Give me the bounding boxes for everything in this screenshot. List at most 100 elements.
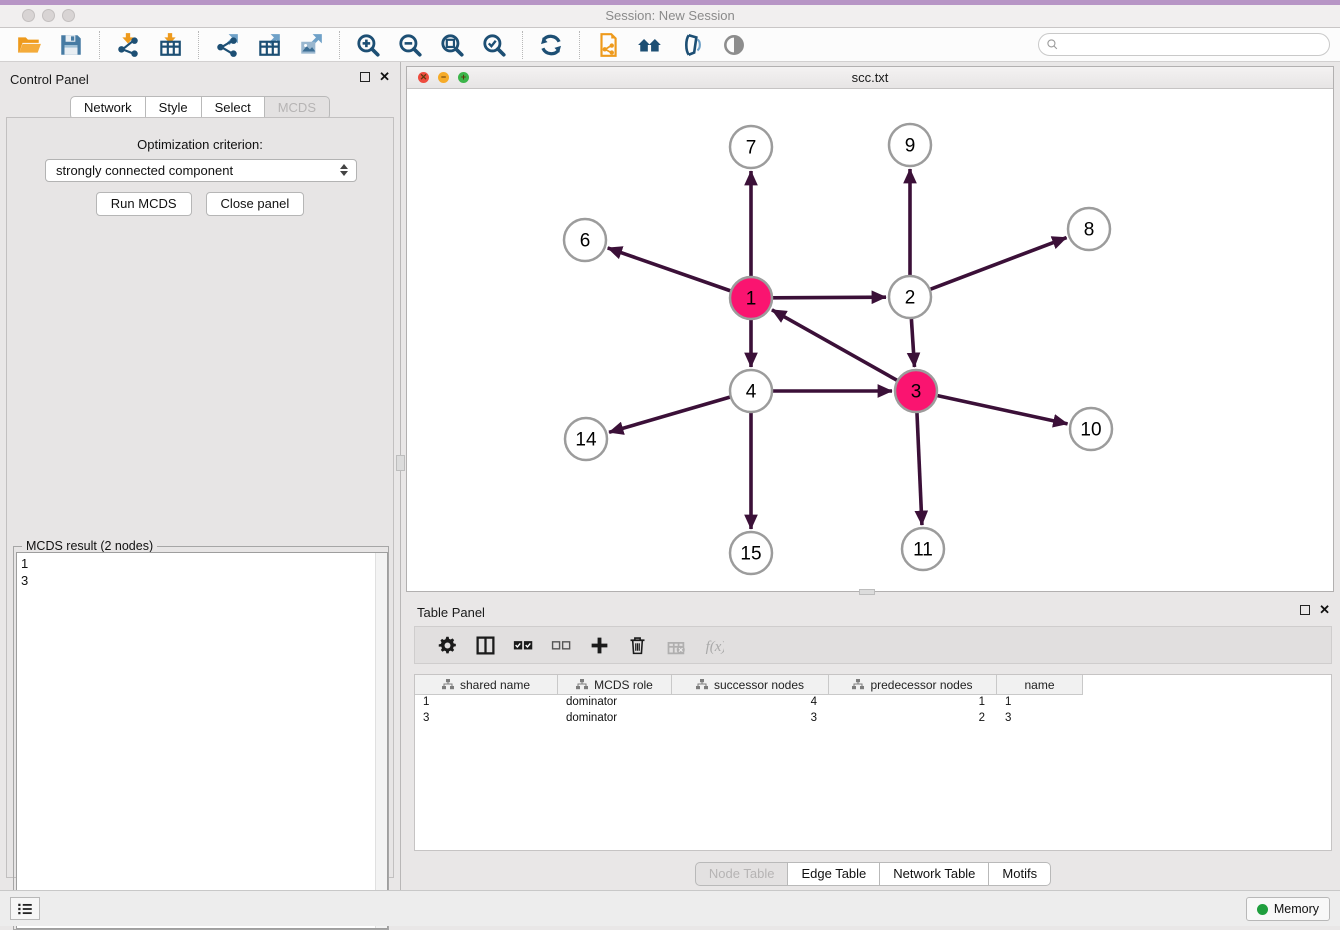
unselect-all-icon[interactable] — [549, 633, 573, 657]
tab-network-table[interactable]: Network Table — [880, 862, 989, 886]
frame-maximize-icon[interactable]: + — [458, 72, 469, 83]
node-label: 11 — [913, 540, 933, 561]
node-label: 9 — [905, 136, 916, 157]
column-label: MCDS role — [594, 678, 653, 692]
column-header-MCDS-role[interactable]: MCDS role — [558, 675, 672, 695]
column-header-name[interactable]: name — [997, 675, 1083, 695]
search-box[interactable] — [1038, 33, 1330, 56]
home-icon[interactable] — [635, 31, 665, 59]
toolbar-separator — [339, 31, 340, 59]
close-panel-button[interactable]: Close panel — [206, 192, 305, 216]
frame-minimize-icon[interactable]: − — [438, 72, 449, 83]
tab-node-table[interactable]: Node Table — [695, 862, 789, 886]
delete-column-icon[interactable] — [625, 633, 649, 657]
export-image-icon[interactable] — [296, 31, 326, 59]
mcds-result-textarea[interactable]: 13 — [16, 552, 388, 929]
clone-network-icon[interactable] — [593, 31, 623, 59]
graph-node-6[interactable]: 6 — [564, 219, 606, 261]
edge-4-14[interactable] — [609, 397, 730, 432]
network-frame-titlebar[interactable]: ✕ − + scc.txt — [407, 67, 1333, 89]
birdseye-view-icon[interactable] — [719, 31, 749, 59]
criterion-select[interactable]: strongly connected component — [45, 159, 357, 182]
open-icon[interactable] — [14, 31, 44, 59]
column-header-successor-nodes[interactable]: successor nodes — [672, 675, 829, 695]
graph-node-15[interactable]: 15 — [730, 532, 772, 574]
table-cell[interactable]: 1 — [997, 695, 1083, 711]
import-table-icon[interactable] — [155, 31, 185, 59]
minimize-window-icon[interactable] — [42, 9, 55, 22]
float-table-panel-icon[interactable] — [1300, 605, 1310, 615]
import-network-icon[interactable] — [113, 31, 143, 59]
close-table-panel-icon[interactable]: ✕ — [1319, 605, 1330, 615]
table-cell[interactable]: 1 — [829, 695, 997, 711]
edge-2-3[interactable] — [911, 319, 914, 367]
table-cell[interactable]: 4 — [672, 695, 829, 711]
graph-node-4[interactable]: 4 — [730, 370, 772, 412]
task-history-button[interactable] — [10, 897, 40, 920]
save-icon[interactable] — [56, 31, 86, 59]
columns-icon[interactable] — [473, 633, 497, 657]
graphics-details-icon[interactable] — [677, 31, 707, 59]
gear-icon[interactable] — [435, 633, 459, 657]
node-label: 10 — [1080, 420, 1101, 441]
close-window-icon[interactable] — [22, 9, 35, 22]
close-panel-icon[interactable]: ✕ — [379, 72, 390, 82]
table-cell[interactable]: 3 — [997, 711, 1083, 727]
graph-node-7[interactable]: 7 — [730, 126, 772, 168]
edge-1-2[interactable] — [773, 297, 886, 298]
zoom-selected-icon[interactable] — [479, 31, 509, 59]
graph-node-11[interactable]: 11 — [902, 528, 944, 570]
search-input[interactable] — [1059, 38, 1329, 52]
node-label: 1 — [746, 289, 757, 310]
edge-3-1[interactable] — [772, 310, 897, 380]
toolbar-separator — [198, 31, 199, 59]
result-scrollbar[interactable] — [375, 553, 387, 928]
table-cell[interactable]: 1 — [415, 695, 558, 711]
frame-close-icon[interactable]: ✕ — [418, 72, 429, 83]
memory-button[interactable]: Memory — [1246, 897, 1330, 921]
export-table-icon[interactable] — [254, 31, 284, 59]
edge-1-6[interactable] — [608, 248, 731, 291]
table-cell[interactable]: 3 — [672, 711, 829, 727]
edge-3-11[interactable] — [917, 413, 922, 525]
table-cell[interactable]: 2 — [829, 711, 997, 727]
run-mcds-button[interactable]: Run MCDS — [96, 192, 192, 216]
network-canvas[interactable]: 7 9 6 8 1 2 4 3 14 10 15 11 — [407, 89, 1333, 591]
zoom-fit-icon[interactable] — [437, 31, 467, 59]
graph-node-3[interactable]: 3 — [895, 370, 937, 412]
refresh-layout-icon[interactable] — [536, 31, 566, 59]
table-cell[interactable]: dominator — [558, 695, 672, 711]
graph-node-8[interactable]: 8 — [1068, 208, 1110, 250]
graph-node-9[interactable]: 9 — [889, 124, 931, 166]
edge-2-8[interactable] — [931, 238, 1067, 290]
vertical-splitter-handle[interactable] — [396, 455, 405, 471]
edge-3-10[interactable] — [937, 396, 1067, 424]
table-cell[interactable]: 3 — [415, 711, 558, 727]
graph-node-2[interactable]: 2 — [889, 276, 931, 318]
table-panel-title: Table Panel — [417, 605, 485, 620]
graph-node-14[interactable]: 14 — [565, 418, 607, 460]
select-all-icon[interactable] — [511, 633, 535, 657]
column-header-predecessor-nodes[interactable]: predecessor nodes — [829, 675, 997, 695]
node-label: 7 — [746, 138, 757, 159]
export-network-icon[interactable] — [212, 31, 242, 59]
column-label: successor nodes — [714, 678, 804, 692]
tab-motifs[interactable]: Motifs — [989, 862, 1051, 886]
zoom-window-icon[interactable] — [62, 9, 75, 22]
zoom-out-icon[interactable] — [395, 31, 425, 59]
tab-edge-table[interactable]: Edge Table — [788, 862, 880, 886]
svg-text:f(x): f(x) — [705, 638, 723, 654]
add-column-icon[interactable] — [587, 633, 611, 657]
search-icon — [1046, 38, 1059, 51]
graph-node-10[interactable]: 10 — [1070, 408, 1112, 450]
zoom-in-icon[interactable] — [353, 31, 383, 59]
float-panel-icon[interactable] — [360, 72, 370, 82]
table-row[interactable]: 1dominator411 — [415, 695, 1331, 711]
status-bar: Memory — [0, 890, 1340, 926]
column-header-shared-name[interactable]: shared name — [415, 675, 558, 695]
graph-node-1[interactable]: 1 — [730, 277, 772, 319]
mcds-result-line: 3 — [21, 572, 387, 589]
table-row[interactable]: 3dominator323 — [415, 711, 1331, 727]
mcds-result-line: 1 — [21, 555, 387, 572]
table-cell[interactable]: dominator — [558, 711, 672, 727]
